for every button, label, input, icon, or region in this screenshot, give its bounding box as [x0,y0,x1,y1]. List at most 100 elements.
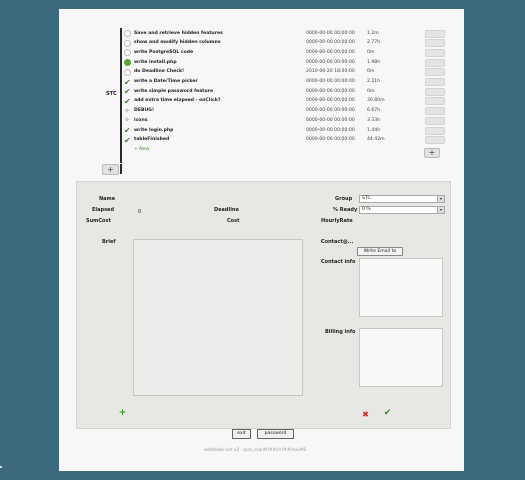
task-row[interactable]: ✧ DEBUG! 0000-00-00 00:00:00 6.67h [124,107,449,117]
task-row[interactable]: ✔ write simple password feature 0000-00-00… [124,87,449,97]
empty-status-icon[interactable] [124,49,131,57]
task-action-button[interactable] [425,97,445,106]
footer-text: webfolder.net v2 · spm_csa/#f/##/nr/##/r… [204,447,306,452]
task-row[interactable]: ✔ write a Date/Time picker 0000-00-00 00:0… [124,78,449,88]
task-action-button[interactable] [425,39,445,48]
task-elapsed: 30.80m [367,98,385,104]
close-icon[interactable]: ✖ [361,410,370,419]
brief-label: Brief [102,239,116,245]
star-icon[interactable]: ✧ [124,107,131,115]
deadline-label: Deadline [214,207,239,213]
check-icon[interactable]: ✔ [124,136,131,144]
task-row[interactable]: show and modify hidden columns 0000-00-00… [124,39,449,49]
password-button[interactable]: password [257,429,294,439]
group-tree-line [120,28,122,163]
corner-mark [0,466,2,468]
add-group-button[interactable]: + [102,164,119,175]
task-action-button[interactable] [425,107,445,116]
star-icon[interactable]: ✧ [124,117,131,124]
task-name[interactable]: DEBUG! [134,108,154,113]
ready-select[interactable]: 0 % ▾ [359,206,445,214]
task-name[interactable]: write simple password feature [134,89,213,94]
task-name[interactable]: do Deadline Check! [134,69,184,74]
task-elapsed: 1.2m [367,30,379,36]
add-icon[interactable]: + [118,409,127,418]
task-deadline: 2010-06-20 18:00:00 [306,69,355,75]
empty-status-icon[interactable] [124,39,131,47]
task-name[interactable]: write install.php [134,60,177,65]
task-row[interactable]: ✧ icons 0000-00-00 00:00:00 3.33h [124,116,449,126]
group-select-value: STC [362,196,371,201]
task-deadline: 0000-00-00 00:00:00 [306,117,355,123]
group-field-label: Group [335,196,353,202]
brief-textarea[interactable] [133,239,303,396]
task-elapsed: 44.42m [367,137,385,143]
task-elapsed: 1.98h [367,59,381,65]
task-action-button[interactable] [425,87,445,96]
task-row[interactable]: ✔ tableFinished 0000-00-00 00:00:00 44.42m [124,136,449,146]
group-select[interactable]: STC ▾ [359,195,445,203]
task-elapsed: 6.67h [367,108,381,114]
elapsed-label: Elapsed [92,207,115,213]
add-task-link[interactable]: + New [134,147,149,152]
check-icon[interactable]: ✔ [124,97,131,105]
task-deadline: 0000-00-00 00:00:00 [306,30,355,36]
check-icon[interactable]: ✔ [124,127,131,135]
task-row[interactable]: write install.php 0000-00-00 00:00:00 1.98… [124,58,449,68]
check-icon[interactable]: ✔ [124,88,131,96]
task-action-button[interactable] [425,78,445,86]
task-name[interactable]: write PostgreSQL code [134,50,193,55]
task-action-button[interactable] [425,136,445,145]
task-action-button[interactable] [425,29,445,38]
empty-status-icon[interactable] [124,68,131,76]
billing-info-textarea[interactable] [359,328,443,387]
hourly-rate-label: HourlyRate [321,218,353,224]
task-detail-panel: Name Elapsed 0 Deadline SumCost Cost Bri… [76,181,451,429]
task-name[interactable]: show and modify hidden columns [134,40,221,45]
task-name[interactable]: add extra time elapsed - onClick? [134,98,221,103]
ready-select-value: 0 % [362,207,371,212]
task-name[interactable]: write a Date/Time picker [134,79,198,84]
task-row[interactable]: ✔ write login.php 0000-00-00 00:00:00 1.44h [124,126,449,136]
task-deadline: 0000-00-00 00:00:00 [306,49,355,55]
task-row[interactable]: ✔ add extra time elapsed - onClick? 0000-0… [124,97,449,107]
check-icon[interactable]: ✔ [124,78,131,86]
list-add-button[interactable]: + [424,148,440,158]
task-elapsed: 0m [367,49,375,55]
chevron-down-icon: ▾ [437,207,444,213]
contact-info-textarea[interactable] [359,258,443,317]
task-action-button[interactable] [425,116,445,125]
task-elapsed: 3.33h [367,117,381,123]
chevron-down-icon: ▾ [437,196,444,202]
task-name[interactable]: write login.php [134,128,173,133]
task-action-button[interactable] [425,126,445,135]
task-deadline: 0000-00-00 00:00:00 [306,79,355,84]
ready-label: % Ready [333,207,358,213]
task-action-button[interactable] [425,58,445,67]
task-action-button[interactable] [425,68,445,77]
name-label: Name [99,196,116,202]
task-deadline: 0000-00-00 00:00:00 [306,98,355,104]
contact-label: Contact@... [321,239,354,245]
task-name[interactable]: tableFinished [134,137,169,142]
task-deadline: 0000-00-00 00:00:00 [306,59,355,65]
task-name[interactable]: icons [134,118,147,123]
task-deadline: 0000-00-00 00:00:00 [306,108,355,114]
sumcost-label: SumCost [86,218,111,224]
empty-status-icon[interactable] [124,30,131,37]
task-row[interactable]: write PostgreSQL code 0000-00-00 00:00:00… [124,48,449,58]
task-row[interactable]: do Deadline Check! 2010-06-20 18:00:00 0m [124,68,449,78]
task-deadline: 0000-00-00 00:00:00 [306,40,355,46]
cost-label: Cost [227,218,240,224]
task-action-button[interactable] [425,48,445,57]
write-email-button[interactable]: Write Email to [357,247,403,256]
task-name[interactable]: Save and retrieve hidden features [134,31,223,36]
exit-button[interactable]: exit [232,429,251,439]
green-dot-icon[interactable] [124,59,131,67]
task-row[interactable]: Save and retrieve hidden features 0000-00… [124,29,449,39]
billing-info-label: Billing info [325,329,356,335]
app-page: STC Save and retrieve hidden features 000… [59,9,464,471]
group-label: STC [106,91,117,97]
save-check-icon[interactable]: ✔ [383,409,392,418]
add-task-row[interactable]: + New [124,145,449,155]
